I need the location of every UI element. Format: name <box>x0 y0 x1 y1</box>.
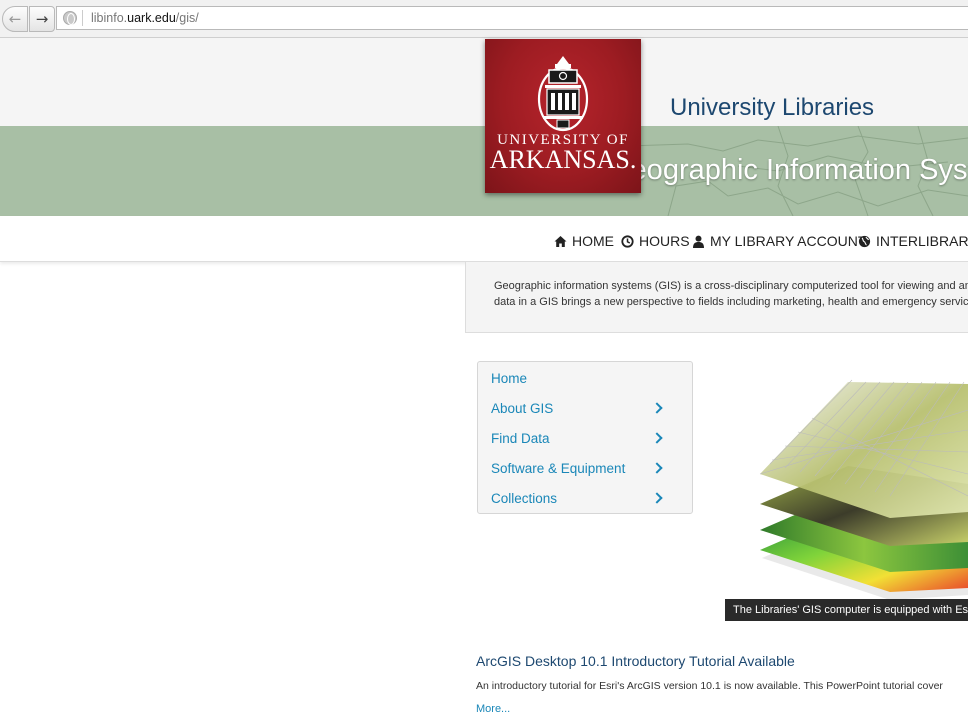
chevron-right-icon <box>651 492 663 504</box>
back-button[interactable]: ← <box>2 6 28 32</box>
nav-my-library-account[interactable]: MY LIBRARY ACCOUNT <box>692 233 866 249</box>
section-menu: Home About GIS Find Data Software & Equi… <box>477 361 693 514</box>
intro-line-1: Geographic information systems (GIS) is … <box>494 280 968 292</box>
university-logo[interactable]: UNIVERSITY OF ARKANSAS. <box>485 39 641 193</box>
intro-line-2: data in a GIS brings a new perspective t… <box>494 296 968 308</box>
news-body: An introductory tutorial for Esri's ArcG… <box>476 680 943 692</box>
menu-item-about-gis[interactable]: About GIS <box>491 393 681 423</box>
old-main-tower-icon <box>537 56 589 132</box>
url-divider <box>82 10 83 26</box>
chevron-right-icon <box>651 402 663 414</box>
news-title-link[interactable]: ArcGIS Desktop 10.1 Introductory Tutoria… <box>476 653 795 669</box>
logo-text-arkansas: ARKANSAS. <box>489 145 637 174</box>
arrow-right-icon: → <box>35 10 49 28</box>
url-prefix: libinfo. <box>91 11 128 25</box>
news-more-link[interactable]: More... <box>476 703 510 715</box>
menu-item-collections-label: Collections <box>491 490 558 506</box>
arrow-left-icon: ← <box>8 10 22 28</box>
intro-panel: Geographic information systems (GIS) is … <box>465 262 968 333</box>
image-caption: The Libraries' GIS computer is equipped … <box>725 599 968 621</box>
nav-interlibrary-label: INTERLIBRARY <box>876 233 968 249</box>
intro-text: Geographic information systems (GIS) is … <box>494 278 968 310</box>
url-path: /gis/ <box>175 11 199 25</box>
user-icon <box>693 235 704 248</box>
chevron-right-icon <box>651 432 663 444</box>
nav-home-label: HOME <box>572 233 614 249</box>
nav-home[interactable]: HOME <box>554 233 614 249</box>
page: ← → libinfo. uark.edu/gis/ University Lib… <box>0 0 968 726</box>
globe-icon <box>63 11 77 25</box>
menu-item-software-equipment-label: Software & Equipment <box>491 460 626 476</box>
menu-item-collections[interactable]: Collections <box>491 483 681 513</box>
globe-icon <box>858 235 871 247</box>
address-bar[interactable]: libinfo. uark.edu/gis/ <box>56 6 968 30</box>
nav-hours-label: HOURS <box>639 233 690 249</box>
url-host: uark.edu <box>127 11 176 25</box>
gis-layers-image <box>759 379 968 600</box>
menu-item-find-data[interactable]: Find Data <box>491 423 681 453</box>
menu-item-find-data-label: Find Data <box>491 430 550 446</box>
browser-toolbar: ← → libinfo. uark.edu/gis/ <box>0 0 968 38</box>
menu-item-home-label: Home <box>491 370 528 386</box>
menu-item-home[interactable]: Home <box>491 363 681 393</box>
nav-interlibrary[interactable]: INTERLIBRARY <box>858 233 968 249</box>
banner-title: Geographic Information Systems & Ma <box>608 154 968 186</box>
nav-my-library-account-label: MY LIBRARY ACCOUNT <box>710 233 867 249</box>
nav-hours[interactable]: HOURS <box>621 233 690 249</box>
site-name-link[interactable]: University Libraries <box>670 94 874 122</box>
forward-button[interactable]: → <box>29 6 55 32</box>
menu-item-software-equipment[interactable]: Software & Equipment <box>491 453 681 483</box>
home-icon <box>554 235 567 247</box>
menu-item-about-gis-label: About GIS <box>491 400 554 416</box>
clock-icon <box>621 234 634 248</box>
chevron-right-icon <box>651 462 663 474</box>
